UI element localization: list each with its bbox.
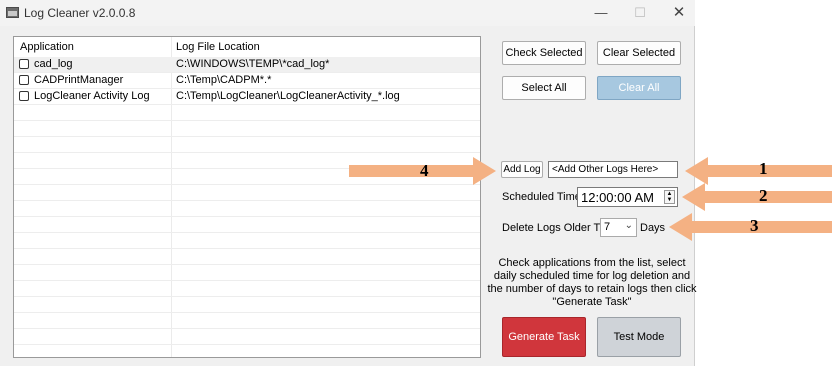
log-cleaner-window: Log Cleaner v2.0.0.8 — ☐ ✕ Application L… — [0, 0, 697, 366]
scheduled-time-picker[interactable]: 12:00:00 AM ▲ ▼ — [577, 187, 678, 207]
test-mode-button[interactable]: Test Mode — [597, 317, 681, 357]
time-spin-icon[interactable]: ▲ ▼ — [664, 190, 675, 204]
empty-row — [14, 217, 480, 233]
list-row[interactable]: CADPrintManager C:\Temp\CADPM*.* — [14, 73, 480, 89]
row-checkbox[interactable] — [19, 91, 29, 101]
clear-selected-button[interactable]: Clear Selected — [597, 41, 681, 65]
callout-number-2: 2 — [759, 186, 768, 205]
generate-task-button[interactable]: Generate Task — [502, 317, 586, 357]
log-location: C:\WINDOWS\TEMP\*cad_log* — [176, 58, 330, 70]
log-list[interactable]: Application Log File Location cad_log C:… — [13, 36, 481, 358]
chevron-down-icon: ⌄ — [624, 220, 633, 231]
empty-row — [14, 201, 480, 217]
callout-number-4: 4 — [420, 161, 429, 180]
list-row[interactable]: cad_log C:\WINDOWS\TEMP\*cad_log* — [14, 57, 480, 73]
callout-number-3: 3 — [750, 216, 759, 235]
empty-row — [14, 185, 480, 201]
empty-row — [14, 105, 480, 121]
row-checkbox[interactable] — [19, 75, 29, 85]
maximize-icon[interactable]: ☐ — [626, 3, 654, 23]
minimize-icon[interactable]: — — [587, 3, 615, 23]
retention-unit-label: Days — [640, 222, 666, 234]
add-log-input[interactable]: <Add Other Logs Here> — [548, 161, 678, 178]
app-name: LogCleaner Activity Log — [34, 90, 150, 102]
title-bar: Log Cleaner v2.0.0.8 — ☐ ✕ — [0, 0, 695, 26]
empty-row — [14, 121, 480, 137]
list-row[interactable]: LogCleaner Activity Log C:\Temp\LogClean… — [14, 89, 480, 105]
empty-row — [14, 313, 480, 329]
retention-days-value: 7 — [604, 221, 611, 233]
window-title: Log Cleaner v2.0.0.8 — [24, 6, 136, 20]
list-header: Application Log File Location — [14, 37, 480, 58]
empty-row — [14, 297, 480, 313]
empty-row — [14, 345, 480, 357]
instructions-text: Check applications from the list, select… — [487, 257, 697, 308]
clear-all-button[interactable]: Clear All — [597, 76, 681, 100]
scheduled-time-label: Scheduled Time: — [502, 191, 584, 203]
add-log-button[interactable]: Add Log — [501, 161, 543, 178]
app-name: cad_log — [34, 58, 73, 70]
callout-arrow-2 — [682, 183, 832, 211]
check-selected-button[interactable]: Check Selected — [502, 41, 586, 65]
close-icon[interactable]: ✕ — [665, 3, 693, 23]
log-location: C:\Temp\LogCleaner\LogCleanerActivity_*.… — [176, 90, 400, 102]
select-all-button[interactable]: Select All — [502, 76, 586, 100]
callout-number-1: 1 — [759, 159, 768, 178]
log-location: C:\Temp\CADPM*.* — [176, 74, 272, 86]
empty-row — [14, 329, 480, 345]
column-header-application[interactable]: Application — [20, 41, 74, 53]
empty-row — [14, 137, 480, 153]
column-header-log-location[interactable]: Log File Location — [176, 41, 260, 53]
app-icon — [6, 7, 19, 18]
empty-row — [14, 281, 480, 297]
add-log-input-value: <Add Other Logs Here> — [552, 164, 659, 175]
row-checkbox[interactable] — [19, 59, 29, 69]
app-name: CADPrintManager — [34, 74, 124, 86]
retention-days-select[interactable]: 7 ⌄ — [600, 218, 637, 237]
empty-row — [14, 249, 480, 265]
empty-row — [14, 233, 480, 249]
scheduled-time-value: 12:00:00 AM — [581, 190, 654, 205]
empty-row — [14, 265, 480, 281]
